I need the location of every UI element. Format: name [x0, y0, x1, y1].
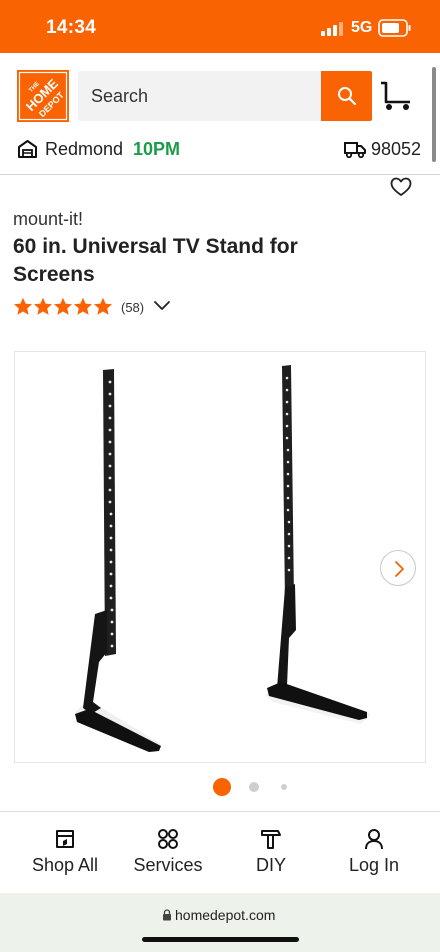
carousel-dot[interactable] — [249, 782, 259, 792]
user-icon — [365, 829, 383, 850]
store-hours[interactable]: 10PM — [133, 139, 180, 160]
status-time: 14:34 — [46, 17, 97, 38]
star-icon — [94, 297, 112, 315]
hammer-icon — [261, 830, 281, 849]
carousel-dots — [0, 776, 440, 798]
product-image[interactable] — [15, 352, 425, 762]
chevron-right-icon — [395, 561, 404, 577]
nav-label: DIY — [255, 855, 286, 875]
store-name[interactable]: Redmond — [45, 139, 123, 160]
header: THE HOME DEPOT Redmond 10PM — [0, 53, 440, 175]
nav-shop-all[interactable]: Shop All — [10, 812, 120, 894]
network-label: 5G — [351, 19, 373, 36]
search-input[interactable] — [78, 71, 321, 121]
star-icon — [54, 297, 72, 315]
nav-log-in[interactable]: Log In — [319, 812, 429, 894]
status-bar: 14:34 5G — [0, 0, 440, 53]
truck-icon[interactable] — [344, 141, 366, 158]
search-button[interactable] — [321, 71, 372, 121]
cart-icon[interactable] — [379, 80, 413, 112]
nav-label: Services — [133, 855, 203, 875]
search-box — [78, 71, 372, 121]
next-image-button[interactable] — [380, 550, 416, 586]
shop-all-icon — [56, 830, 74, 848]
nav-label: Log In — [348, 855, 400, 875]
bottom-nav: Shop All Services DIY Log In — [0, 811, 440, 893]
carousel-dot[interactable] — [281, 784, 287, 790]
star-icon — [74, 297, 92, 315]
product-image-gallery[interactable] — [14, 351, 426, 763]
store-icon[interactable] — [17, 139, 38, 159]
delivery-zip-code[interactable]: 98052 — [371, 139, 421, 160]
product-title: 60 in. Universal TV Stand for Screens — [13, 235, 298, 286]
browser-url-bar[interactable]: homedepot.com — [0, 893, 440, 952]
battery-icon — [378, 19, 411, 37]
star-icon — [34, 297, 52, 315]
nav-services[interactable]: Services — [113, 812, 223, 894]
services-icon — [158, 829, 178, 849]
nav-label: Shop All — [31, 855, 99, 875]
carousel-dot-active[interactable] — [213, 778, 231, 796]
search-icon — [338, 87, 357, 106]
lock-icon — [163, 909, 171, 921]
signal-icon — [321, 22, 343, 36]
rating-row[interactable]: (58) — [13, 297, 213, 319]
home-indicator[interactable] — [142, 937, 299, 942]
heart-icon[interactable] — [390, 177, 412, 197]
star-icon — [14, 297, 32, 315]
product-brand[interactable]: mount-it! — [13, 209, 83, 230]
url-text[interactable]: homedepot.com — [175, 907, 275, 923]
review-count[interactable]: (58) — [121, 300, 144, 315]
store-row: Redmond 10PM 98052 — [0, 135, 440, 165]
chevron-down-icon[interactable] — [153, 298, 171, 312]
nav-diy[interactable]: DIY — [216, 812, 326, 894]
home-depot-logo[interactable]: THE HOME DEPOT — [17, 70, 69, 122]
